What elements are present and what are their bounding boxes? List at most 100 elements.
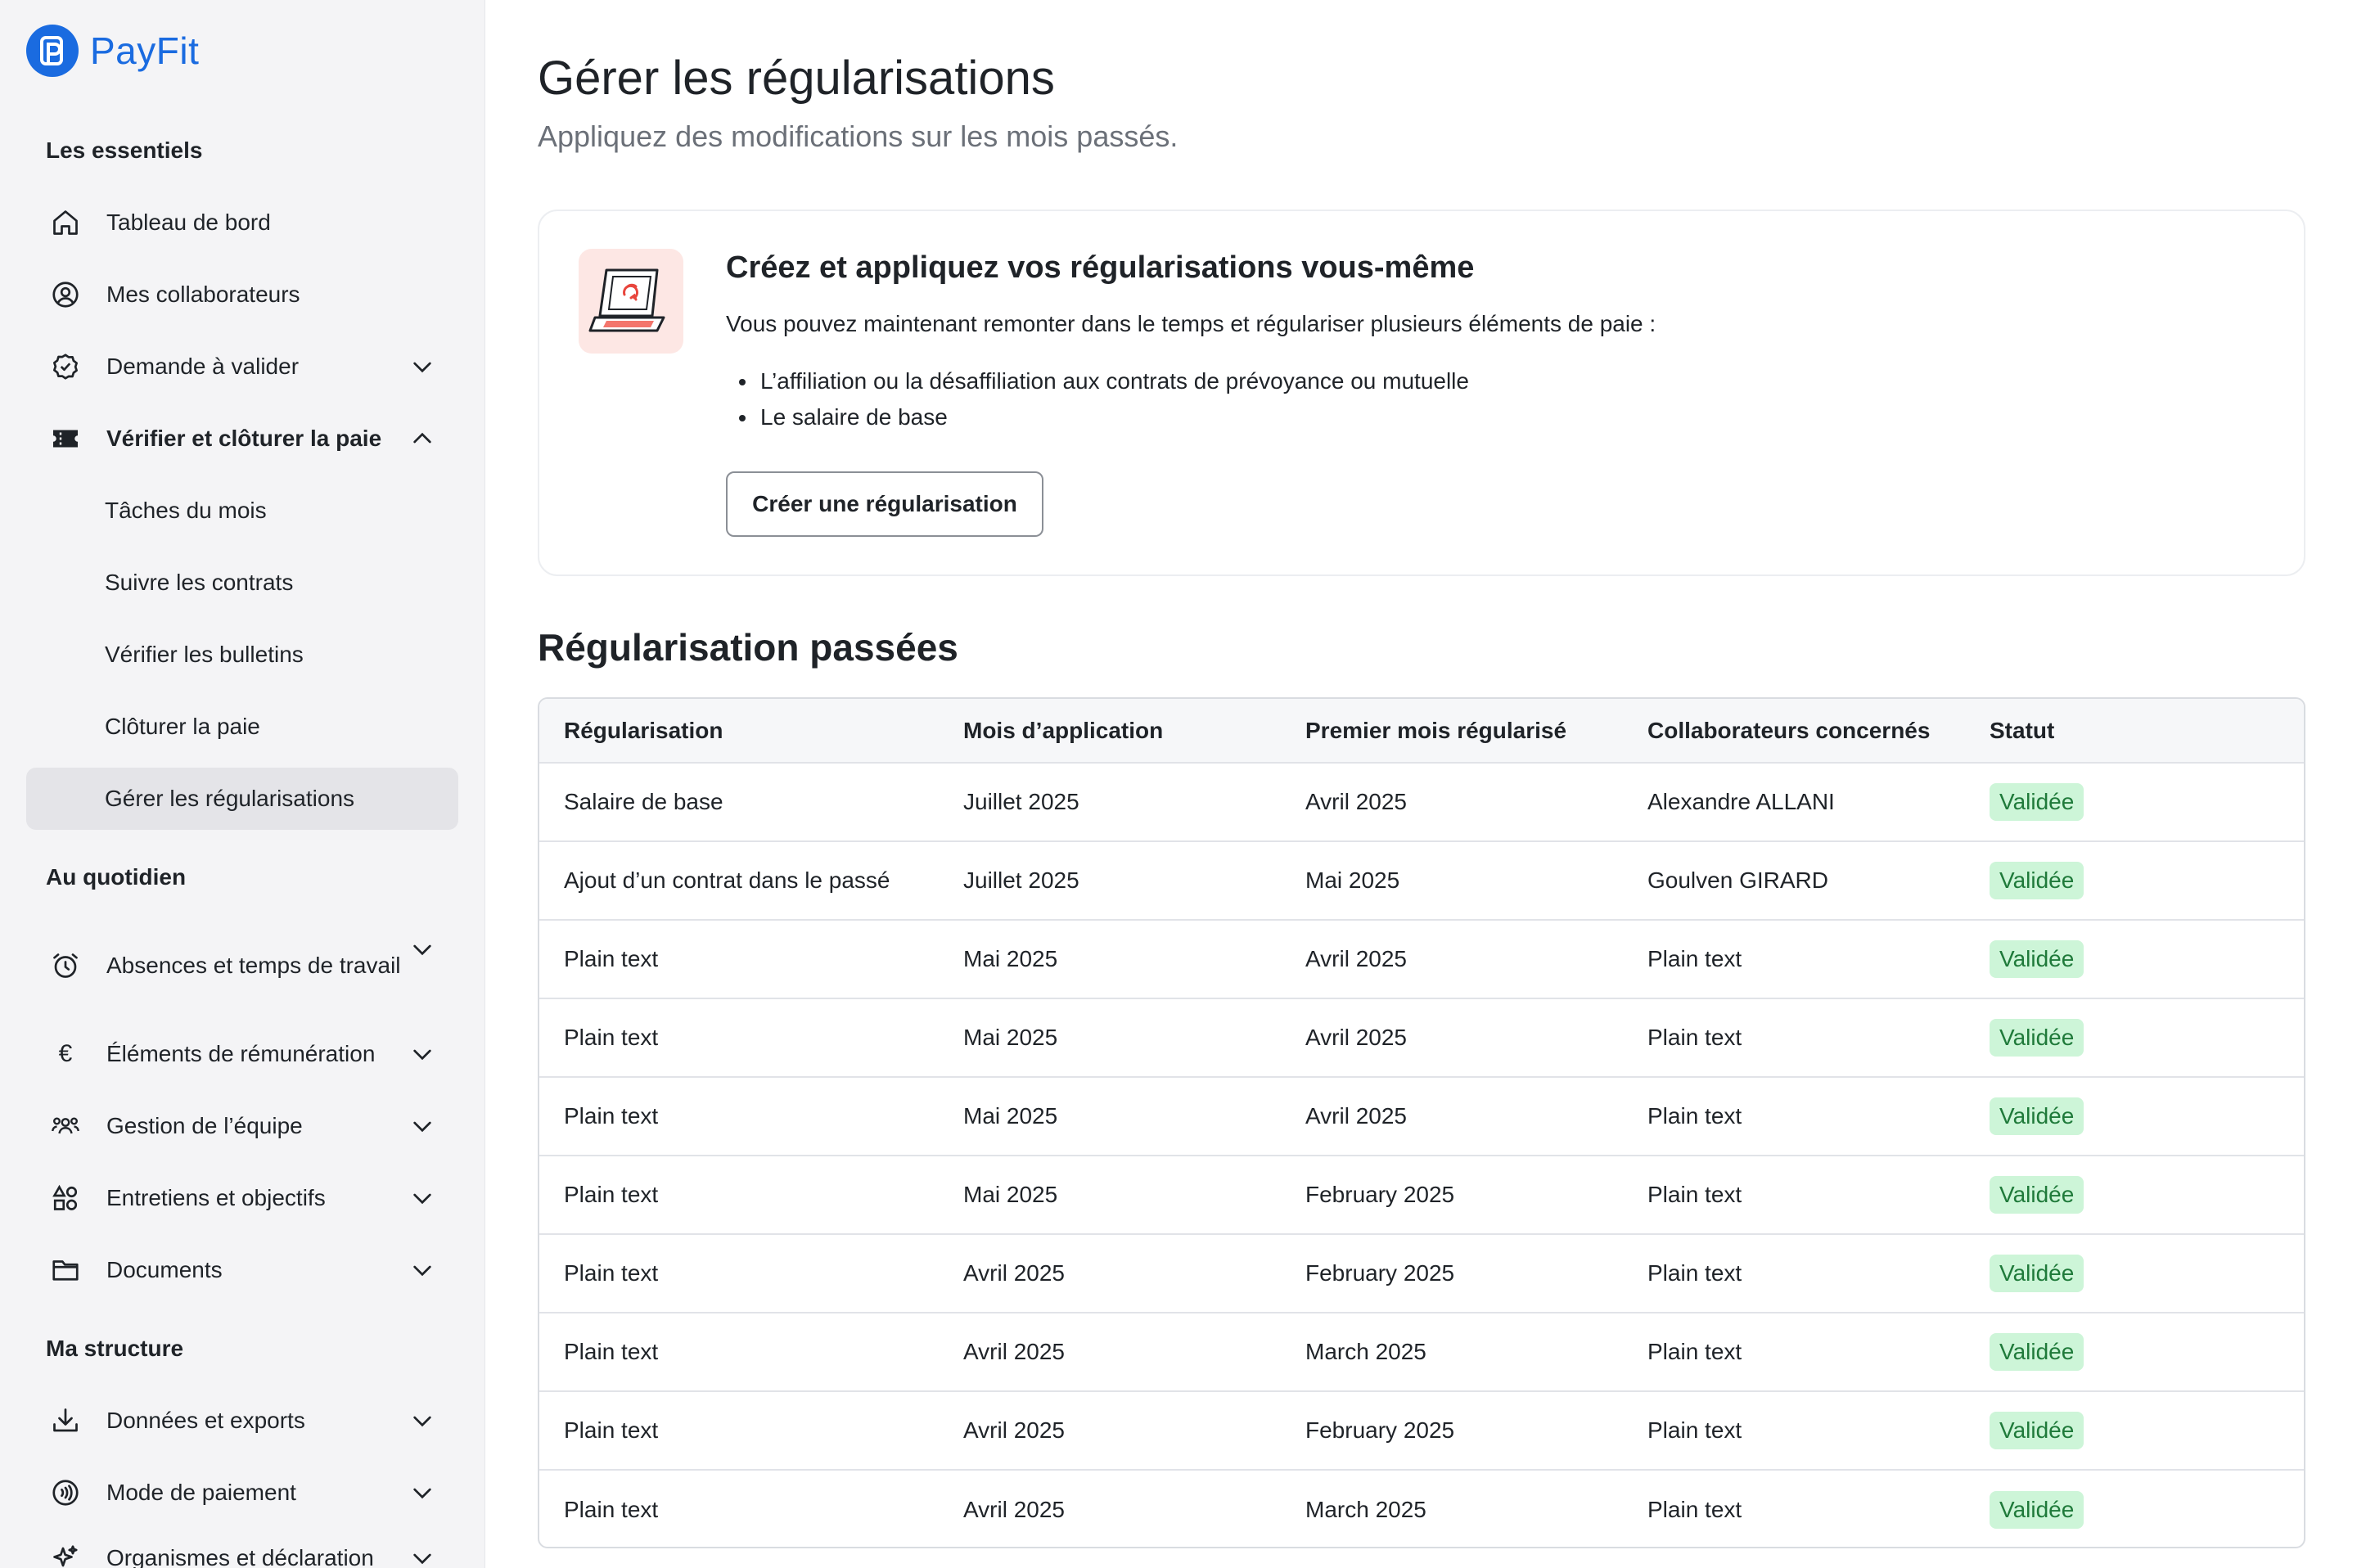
cell-collaborateurs: Plain text [1623, 1234, 1965, 1313]
cell-mois-application: Avril 2025 [939, 1391, 1281, 1471]
chevron-down-icon[interactable] [406, 350, 439, 383]
promo-bullet-list: L’affiliation ou la désaffiliation aux c… [726, 363, 1469, 435]
promo-bullet: Le salaire de base [726, 399, 1469, 435]
shapes-icon [47, 1180, 83, 1216]
cell-mois-application: Mai 2025 [939, 1156, 1281, 1235]
sidebar-item-label: Gestion de l’équipe [106, 1113, 303, 1138]
promo-text: Vous pouvez maintenant remonter dans le … [726, 311, 1656, 336]
cell-mois-application: Avril 2025 [939, 1234, 1281, 1313]
sidebar-item-label: Vérifier et clôturer la paie [106, 426, 382, 451]
sidebar-item-absences[interactable]: Absences et temps de travail [26, 925, 458, 1007]
chevron-down-icon[interactable] [406, 1038, 439, 1070]
status-badge: Validée [1990, 1412, 2084, 1449]
cell-premier-mois: February 2025 [1281, 1156, 1623, 1235]
chevron-down-icon[interactable] [406, 1110, 439, 1142]
home-icon [47, 205, 83, 241]
cell-collaborateurs: Goulven GIRARD [1623, 841, 1965, 921]
past-regularisations-title: Régularisation passées [538, 626, 958, 669]
table-row[interactable]: Plain text Mai 2025 Avril 2025 Plain tex… [539, 998, 2304, 1078]
sidebar-subitem-gerer-regularisations[interactable]: Gérer les régularisations [26, 768, 458, 830]
cell-regularisation: Plain text [539, 1391, 939, 1471]
table-row[interactable]: Salaire de base Juillet 2025 Avril 2025 … [539, 763, 2304, 842]
sidebar-item-label: Organismes et déclaration [106, 1545, 374, 1568]
brand-name: PayFit [90, 29, 200, 72]
status-badge: Validée [1990, 1176, 2084, 1214]
table-row[interactable]: Ajout d’un contrat dans le passé Juillet… [539, 841, 2304, 921]
cell-premier-mois: March 2025 [1305, 1496, 1426, 1522]
sidebar-item-label: Mode de paiement [106, 1480, 296, 1505]
chevron-down-icon[interactable] [406, 1254, 439, 1286]
table-row[interactable]: Plain text Avril 2025 February 2025 Plai… [539, 1391, 2304, 1471]
sidebar-subitem-verifier-bulletins[interactable]: Vérifier les bulletins [26, 624, 458, 686]
chevron-up-icon[interactable] [406, 422, 439, 455]
status-badge: Validée [1990, 1490, 2084, 1529]
table-row[interactable]: Plain text Mai 2025 Avril 2025 Plain tex… [539, 920, 2304, 999]
cell-premier-mois: Avril 2025 [1281, 920, 1623, 999]
sidebar-item-organismes[interactable]: Organismes et déclaration [26, 1527, 458, 1568]
badge-check-icon [47, 349, 83, 385]
status-badge: Validée [1990, 862, 2084, 899]
chevron-down-icon[interactable] [406, 933, 439, 966]
column-header-regularisation[interactable]: Régularisation [539, 699, 939, 764]
promo-card: Créez et appliquez vos régularisations v… [538, 210, 2305, 576]
chevron-down-icon[interactable] [406, 1542, 439, 1568]
chevron-down-icon[interactable] [406, 1182, 439, 1214]
sidebar-item-mes-collaborateurs[interactable]: Mes collaborateurs [26, 264, 458, 326]
sidebar-item-verifier-cloturer-paie[interactable]: Vérifier et clôturer la paie [26, 408, 458, 470]
sidebar-item-documents[interactable]: Documents [26, 1239, 458, 1301]
section-title-quotidien: Au quotidien [46, 864, 187, 890]
section-title-structure: Ma structure [46, 1336, 184, 1361]
cell-premier-mois: March 2025 [1281, 1313, 1623, 1392]
sidebar-item-entretiens[interactable]: Entretiens et objectifs [26, 1167, 458, 1229]
table-row[interactable]: Plain text Avril 2025 March 2025 Plain t… [539, 1313, 2304, 1392]
table-row[interactable]: Plain text Mai 2025 February 2025 Plain … [539, 1156, 2304, 1235]
sidebar-item-label: Éléments de rémunération [106, 1041, 376, 1066]
status-badge: Validée [1990, 1333, 2084, 1371]
cell-premier-mois: February 2025 [1281, 1391, 1623, 1471]
chevron-down-icon[interactable] [406, 1404, 439, 1437]
promo-title: Créez et appliquez vos régularisations v… [726, 250, 1475, 285]
cell-regularisation: Salaire de base [539, 763, 939, 842]
folder-icon [47, 1252, 83, 1288]
column-header-collaborateurs[interactable]: Collaborateurs concernés [1623, 699, 1965, 764]
page-title: Gérer les régularisations [538, 52, 1055, 105]
cell-collaborateurs: Plain text [1623, 1077, 1965, 1156]
sidebar-item-label: Tableau de bord [106, 210, 271, 235]
table-row[interactable]: Plain text Avril 2025 March 2025 Plain t… [539, 1470, 2304, 1547]
table-header-row: Régularisation Mois d’application Premie… [539, 699, 2304, 764]
sidebar-item-label: Demande à valider [106, 354, 300, 379]
laptop-refresh-illustration [579, 249, 683, 354]
sidebar-item-gestion-equipe[interactable]: Gestion de l’équipe [26, 1095, 458, 1157]
column-header-statut[interactable]: Statut [1965, 699, 2304, 764]
cell-premier-mois: Mai 2025 [1281, 841, 1623, 921]
sparkle-icon [47, 1540, 83, 1568]
cell-collaborateurs: Plain text [1623, 998, 1965, 1078]
section-title-essentiels: Les essentiels [46, 137, 203, 163]
cell-premier-mois: February 2025 [1281, 1234, 1623, 1313]
ticket-icon [47, 421, 83, 457]
table-row[interactable]: Plain text Mai 2025 Avril 2025 Plain tex… [539, 1077, 2304, 1156]
sidebar-subitem-taches-du-mois[interactable]: Tâches du mois [26, 480, 458, 542]
sidebar-item-donnees-exports[interactable]: Données et exports [26, 1390, 458, 1452]
status-badge: Validée [1990, 1097, 2084, 1135]
cell-regularisation: Plain text [539, 998, 939, 1078]
column-header-premier-mois[interactable]: Premier mois régularisé [1281, 699, 1623, 764]
sidebar-subitem-suivre-contrats[interactable]: Suivre les contrats [26, 552, 458, 614]
cell-mois-application: Avril 2025 [939, 1313, 1281, 1392]
status-badge: Validée [1990, 940, 2084, 978]
create-regularisation-button[interactable]: Créer une régularisation [726, 471, 1043, 537]
cell-collaborateurs: Plain text [1647, 1496, 1742, 1522]
sidebar-subitem-cloturer-paie[interactable]: Clôturer la paie [26, 696, 458, 758]
sidebar-item-remuneration[interactable]: € Éléments de rémunération [26, 1023, 458, 1085]
cell-regularisation: Plain text [564, 1496, 659, 1522]
sidebar-item-tableau-de-bord[interactable]: Tableau de bord [26, 191, 458, 254]
sidebar-item-mode-paiement[interactable]: Mode de paiement [26, 1462, 458, 1524]
sidebar-item-demande-a-valider[interactable]: Demande à valider [26, 336, 458, 398]
chevron-down-icon[interactable] [406, 1476, 439, 1509]
cell-regularisation: Plain text [539, 1077, 939, 1156]
cell-mois-application: Mai 2025 [939, 1077, 1281, 1156]
payfit-logo[interactable]: PayFit [26, 25, 199, 77]
table-row[interactable]: Plain text Avril 2025 February 2025 Plai… [539, 1234, 2304, 1313]
cell-premier-mois: Avril 2025 [1281, 1077, 1623, 1156]
column-header-mois-application[interactable]: Mois d’application [939, 699, 1281, 764]
